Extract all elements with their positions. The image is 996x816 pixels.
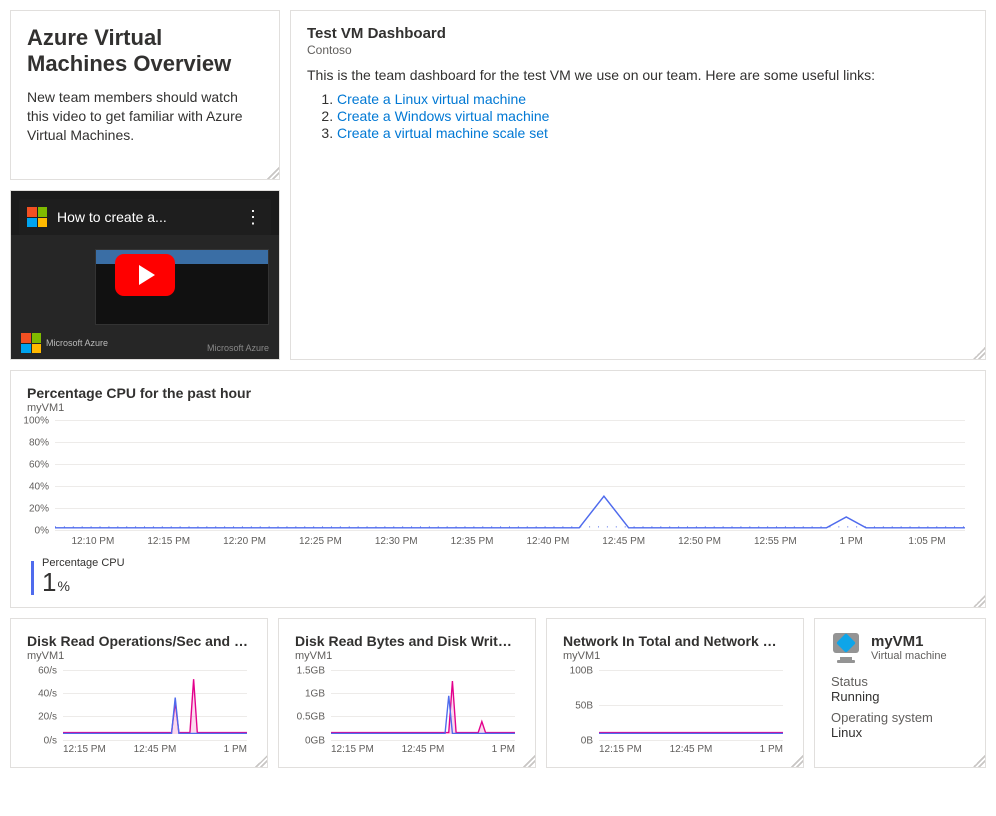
vm-status: Running bbox=[831, 689, 969, 704]
resize-handle[interactable] bbox=[973, 347, 985, 359]
resize-handle[interactable] bbox=[973, 755, 985, 767]
more-icon[interactable]: ⋮ bbox=[244, 207, 263, 228]
overview-title: Azure Virtual Machines Overview bbox=[27, 25, 263, 78]
video-tile[interactable]: Microsoft Azure Microsoft Azure How to c… bbox=[10, 190, 280, 360]
resize-handle[interactable] bbox=[791, 755, 803, 767]
resize-handle[interactable] bbox=[973, 595, 985, 607]
overview-text: New team members should watch this video… bbox=[27, 88, 263, 145]
dashboard-links-list: Create a Linux virtual machine Create a … bbox=[307, 91, 969, 141]
cpu-chart-resource: myVM1 bbox=[27, 402, 969, 414]
vm-info-tile[interactable]: myVM1 Virtual machine Status Running Ope… bbox=[814, 618, 986, 768]
link-create-linux-vm[interactable]: Create a Linux virtual machine bbox=[337, 91, 526, 107]
cpu-chart-title: Percentage CPU for the past hour bbox=[27, 385, 969, 401]
link-create-windows-vm[interactable]: Create a Windows virtual machine bbox=[337, 108, 549, 124]
microsoft-logo-icon bbox=[27, 207, 47, 227]
dashboard-intro: This is the team dashboard for the test … bbox=[307, 67, 969, 83]
virtual-machine-icon bbox=[831, 633, 861, 661]
disk-bytes-chart-tile[interactable]: Disk Read Bytes and Disk Write By... myV… bbox=[278, 618, 536, 768]
network-chart-tile[interactable]: Network In Total and Network Out... myVM… bbox=[546, 618, 804, 768]
microsoft-logo-icon bbox=[21, 333, 41, 353]
resize-handle[interactable] bbox=[255, 755, 267, 767]
dashboard-subtitle: Contoso bbox=[307, 43, 969, 57]
video-title: How to create a... bbox=[57, 209, 234, 225]
vm-os: Linux bbox=[831, 725, 969, 740]
vm-name: myVM1 bbox=[871, 633, 947, 650]
cpu-chart-area: 100% 80% 60% 40% 20% 0% bbox=[55, 420, 965, 530]
resize-handle[interactable] bbox=[267, 167, 279, 179]
overview-tile: Azure Virtual Machines Overview New team… bbox=[10, 10, 280, 180]
cpu-chart-tile[interactable]: Percentage CPU for the past hour myVM1 1… bbox=[10, 370, 986, 608]
resize-handle[interactable] bbox=[523, 755, 535, 767]
cpu-chart-xaxis: 12:10 PM12:15 PM12:20 PM 12:25 PM12:30 P… bbox=[55, 536, 965, 547]
play-icon[interactable] bbox=[115, 254, 175, 296]
disk-ops-chart-tile[interactable]: Disk Read Operations/Sec and Dis... myVM… bbox=[10, 618, 268, 768]
dashboard-title: Test VM Dashboard bbox=[307, 25, 969, 42]
cpu-metric-summary: Percentage CPU 1% bbox=[27, 557, 969, 595]
dashboard-tile: Test VM Dashboard Contoso This is the te… bbox=[290, 10, 986, 360]
vm-type: Virtual machine bbox=[871, 650, 947, 662]
link-create-vmss[interactable]: Create a virtual machine scale set bbox=[337, 125, 548, 141]
